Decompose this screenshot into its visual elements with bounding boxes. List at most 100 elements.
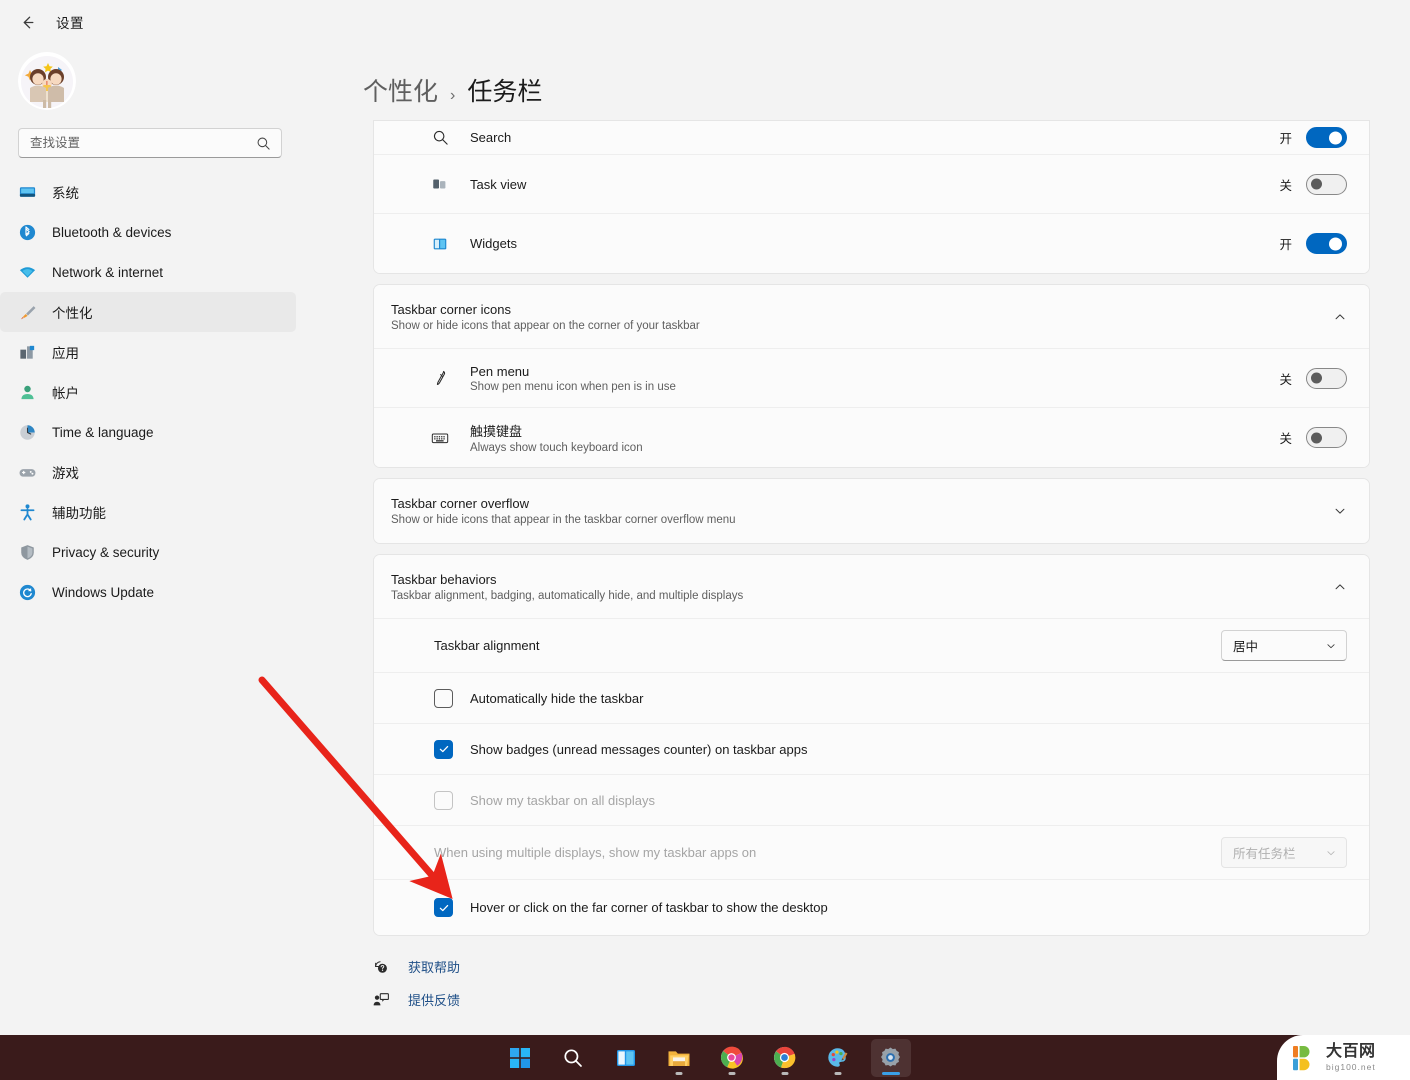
sidebar-item-personalization[interactable]: 个性化	[0, 292, 296, 332]
row-search[interactable]: Search 开	[374, 121, 1369, 155]
page-title: 任务栏	[467, 78, 543, 106]
gaming-controller-icon	[17, 462, 37, 482]
sidebar-item-time-language[interactable]: Time & language	[0, 412, 296, 452]
widgets-icon[interactable]	[606, 1039, 646, 1077]
row-auto-hide-taskbar[interactable]: Automatically hide the taskbar	[374, 673, 1369, 724]
toggle-group: 关	[1279, 427, 1347, 448]
feedback-icon	[371, 990, 391, 1010]
get-help-label: 获取帮助	[408, 960, 461, 975]
row-multi-display-apps: When using multiple displays, show my ta…	[374, 826, 1369, 880]
taskbar-behaviors-header[interactable]: Taskbar behaviors Taskbar alignment, bad…	[374, 555, 1369, 619]
taskbar-corner-icons-header[interactable]: Taskbar corner icons Show or hide icons …	[374, 285, 1369, 349]
taskbar-corner-icons-card: Taskbar corner icons Show or hide icons …	[373, 284, 1370, 468]
touch-keyboard-toggle[interactable]	[1306, 427, 1347, 448]
widgets-toggle[interactable]	[1306, 233, 1347, 254]
sidebar-item-windows-update[interactable]: Windows Update	[0, 572, 296, 612]
auto-hide-label: Automatically hide the taskbar	[470, 690, 644, 706]
settings-icon[interactable]	[870, 1038, 911, 1077]
section-subtitle: Show or hide icons that appear on the co…	[391, 319, 700, 332]
all-displays-label: Show my taskbar on all displays	[470, 792, 655, 808]
get-help-link[interactable]: 获取帮助	[371, 950, 460, 983]
taskbar-alignment-label: Taskbar alignment	[434, 638, 540, 653]
sidebar-item-network-internet[interactable]: Network & internet	[0, 252, 296, 292]
row-label: Search	[470, 130, 512, 145]
sidebar-item-apps[interactable]: 应用	[0, 332, 296, 372]
back-button[interactable]	[12, 7, 42, 37]
touch-keyboard-icon	[429, 427, 451, 449]
row-show-taskbar-all-displays: Show my taskbar on all displays	[374, 775, 1369, 826]
taskbar-behaviors-card: Taskbar behaviors Taskbar alignment, bad…	[373, 554, 1370, 936]
section-title: Taskbar behaviors	[391, 571, 497, 587]
chevron-up-icon[interactable]	[1333, 310, 1347, 324]
pen-icon	[429, 367, 451, 389]
sidebar-item-bluetooth-devices[interactable]: Bluetooth & devices	[0, 212, 296, 252]
watermark-cn-text: 大百网	[1326, 1042, 1376, 1060]
all-displays-checkbox	[434, 790, 453, 810]
row-touch-keyboard[interactable]: 触摸键盘 Always show touch keyboard icon 关	[374, 408, 1369, 467]
chevron-down-icon[interactable]	[1333, 504, 1347, 518]
taskbar-corner-overflow-card: Taskbar corner overflow Show or hide ico…	[373, 478, 1370, 544]
auto-hide-checkbox[interactable]	[434, 688, 453, 708]
row-sublabel: Show pen menu icon when pen is in use	[470, 380, 676, 393]
settings-window: 设置 查找设置 系统 Bluetooth & devices Network &…	[0, 0, 1410, 1080]
chevron-down-icon	[1325, 640, 1337, 652]
multi-display-apps-dropdown: 所有任务栏	[1221, 837, 1347, 868]
show-desktop-label: Hover or click on the far corner of task…	[470, 900, 828, 915]
chrome-icon[interactable]	[765, 1039, 805, 1077]
search-icon	[256, 136, 281, 151]
title-bar: 设置	[0, 0, 320, 44]
dropdown-value: 所有任务栏	[1233, 847, 1296, 861]
search-settings-box[interactable]	[18, 128, 282, 158]
file-explorer-icon[interactable]	[659, 1039, 699, 1077]
give-feedback-link[interactable]: 提供反馈	[371, 983, 460, 1016]
row-widgets[interactable]: Widgets 开	[374, 214, 1369, 273]
breadcrumb-root[interactable]: 个性化	[363, 72, 438, 108]
start-icon[interactable]	[500, 1039, 540, 1077]
row-show-desktop-corner[interactable]: Hover or click on the far corner of task…	[374, 880, 1369, 935]
section-title: Taskbar corner overflow	[391, 496, 529, 511]
settings-cards: Search 开 Task view 关 Widgets 开 Taskbar c…	[373, 120, 1370, 946]
sidebar-item-accessibility[interactable]: 辅助功能	[0, 492, 296, 532]
running-indicator	[834, 1071, 841, 1075]
sidebar-item-accounts[interactable]: 帐户	[0, 372, 296, 412]
sidebar-item-label: Bluetooth & devices	[52, 224, 172, 240]
row-task-view[interactable]: Task view 关	[374, 155, 1369, 214]
row-pen-menu[interactable]: Pen menu Show pen menu icon when pen is …	[374, 349, 1369, 408]
footer-links: 获取帮助 提供反馈	[371, 950, 460, 1016]
paint-icon[interactable]	[818, 1039, 858, 1077]
system-icon	[17, 182, 37, 202]
row-show-badges[interactable]: Show badges (unread messages counter) on…	[374, 724, 1369, 775]
task-view-toggle[interactable]	[1306, 173, 1347, 195]
clock-icon	[17, 422, 37, 442]
show-badges-checkbox[interactable]	[434, 739, 453, 759]
section-subtitle: Show or hide icons that appear in the ta…	[391, 514, 736, 526]
sidebar-item-privacy-security[interactable]: Privacy & security	[0, 532, 296, 572]
site-watermark: 大百网 big100.net	[1277, 1035, 1410, 1080]
taskbar-search-icon[interactable]	[553, 1039, 593, 1077]
search-input[interactable]	[19, 136, 256, 150]
search-toggle[interactable]	[1306, 127, 1347, 148]
show-desktop-checkbox[interactable]	[434, 898, 453, 917]
running-indicator	[728, 1071, 735, 1075]
taskbar-items-card: Search 开 Task view 关 Widgets 开	[373, 120, 1370, 274]
toggle-state-label: 开	[1279, 132, 1292, 146]
row-sublabel: Always show touch keyboard icon	[470, 442, 643, 454]
taskbar-corner-overflow-header[interactable]: Taskbar corner overflow Show or hide ico…	[374, 479, 1369, 543]
user-avatar-illustration	[18, 52, 76, 110]
sidebar-item-gaming[interactable]: 游戏	[0, 452, 296, 492]
toggle-state-label: 开	[1279, 238, 1292, 252]
accounts-person-icon	[17, 382, 37, 402]
row-label: Task view	[470, 176, 527, 192]
back-arrow-icon	[23, 16, 33, 28]
sidebar-item-label: Windows Update	[52, 584, 155, 600]
taskbar-alignment-dropdown[interactable]: 居中	[1221, 630, 1347, 661]
chevron-up-icon[interactable]	[1333, 580, 1347, 594]
avatar[interactable]	[18, 52, 76, 110]
chrome-canary-icon[interactable]	[712, 1039, 752, 1077]
app-title: 设置	[56, 16, 84, 31]
pen-menu-toggle[interactable]	[1306, 367, 1347, 389]
watermark-logo-icon	[1293, 1045, 1310, 1070]
main-content: 个性化 › 任务栏 Search 开 Task view 关 Widgets 开…	[320, 0, 1410, 1035]
row-label: 触摸键盘	[470, 424, 523, 439]
sidebar-item-system[interactable]: 系统	[0, 172, 296, 212]
